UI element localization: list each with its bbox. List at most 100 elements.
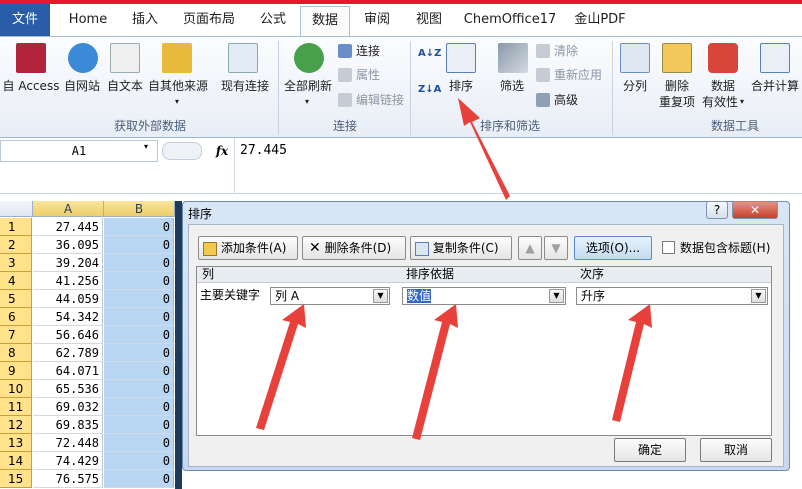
order-select[interactable]: 升序 ▼ — [576, 287, 768, 305]
cell-a[interactable]: 54.342 — [33, 308, 103, 326]
column-select[interactable]: 列 A ▼ — [270, 287, 390, 305]
chevron-down-icon[interactable]: ▼ — [373, 289, 388, 303]
from-text-button[interactable]: 自文本 — [104, 79, 146, 93]
from-access-button[interactable]: 自 Access — [2, 79, 60, 93]
cell-a[interactable]: 69.032 — [33, 398, 103, 416]
cell-b[interactable]: 0 — [104, 380, 174, 398]
cancel-button[interactable]: 取消 — [700, 438, 772, 462]
help-button[interactable]: ? — [706, 201, 728, 219]
cell-b[interactable]: 0 — [104, 290, 174, 308]
tab-file[interactable]: 文件 — [0, 4, 50, 36]
row-header[interactable]: 3 — [0, 254, 32, 272]
copy-level-button[interactable]: 复制条件(C) — [410, 236, 512, 260]
ok-button[interactable]: 确定 — [614, 438, 686, 462]
cell-a[interactable]: 39.204 — [33, 254, 103, 272]
insert-function-icon[interactable]: fx — [210, 140, 234, 162]
from-web-button[interactable]: 自网站 — [60, 79, 104, 93]
cell-b[interactable]: 0 — [104, 326, 174, 344]
tab-kingsoft-pdf[interactable]: 金山PDF — [570, 6, 630, 36]
row-header[interactable]: 14 — [0, 452, 32, 470]
tab-view[interactable]: 视图 — [408, 6, 450, 36]
row-header[interactable]: 15 — [0, 470, 32, 488]
column-header-b[interactable]: B — [104, 201, 175, 217]
existing-connections-button[interactable]: 现有连接 — [216, 79, 274, 93]
row-header[interactable]: 6 — [0, 308, 32, 326]
cell-a[interactable]: 69.835 — [33, 416, 103, 434]
options-button[interactable]: 选项(O)... — [574, 236, 652, 260]
cell-b[interactable]: 0 — [104, 434, 174, 452]
from-other-sources-button[interactable]: 自其他来源 — [146, 79, 210, 93]
properties-button[interactable]: 属性 — [356, 68, 380, 82]
row-header[interactable]: 2 — [0, 236, 32, 254]
row-header[interactable]: 1 — [0, 218, 32, 236]
filter-button[interactable]: 筛选 — [494, 79, 530, 93]
cell-a[interactable]: 27.445 — [33, 218, 103, 236]
cell-a[interactable]: 56.646 — [33, 326, 103, 344]
row-header[interactable]: 4 — [0, 272, 32, 290]
reapply-button[interactable]: 重新应用 — [554, 68, 602, 82]
has-headers-checkbox[interactable] — [662, 241, 675, 254]
tab-review[interactable]: 审阅 — [356, 6, 398, 36]
move-up-button[interactable]: ▲ — [518, 236, 542, 260]
advanced-button[interactable]: 高级 — [554, 93, 578, 107]
row-header[interactable]: 13 — [0, 434, 32, 452]
refresh-all-button[interactable]: 全部刷新 — [282, 79, 334, 93]
tab-insert[interactable]: 插入 — [122, 6, 168, 36]
chevron-down-icon[interactable]: ▼ — [751, 289, 766, 303]
cell-b[interactable]: 0 — [104, 416, 174, 434]
delete-level-button[interactable]: ✕ 删除条件(D) — [302, 236, 406, 260]
cell-a[interactable]: 41.256 — [33, 272, 103, 290]
cell-b[interactable]: 0 — [104, 308, 174, 326]
cell-a[interactable]: 36.095 — [33, 236, 103, 254]
name-box[interactable]: A1 — [0, 140, 158, 162]
cell-a[interactable]: 74.429 — [33, 452, 103, 470]
select-all-corner[interactable] — [0, 201, 33, 217]
cell-b[interactable]: 0 — [104, 452, 174, 470]
tab-data[interactable]: 数据 — [300, 6, 350, 37]
cell-b[interactable]: 0 — [104, 272, 174, 290]
connections-button[interactable]: 连接 — [356, 44, 380, 58]
cell-a[interactable]: 64.071 — [33, 362, 103, 380]
consolidate-button[interactable]: 合并计算 — [748, 79, 802, 93]
close-button[interactable]: ✕ — [732, 201, 778, 219]
sort-descending-icon[interactable]: Z↓A — [418, 83, 441, 97]
sort-ascending-icon[interactable]: A↓Z — [418, 47, 441, 61]
row-header[interactable]: 5 — [0, 290, 32, 308]
cell-b[interactable]: 0 — [104, 470, 174, 488]
row-header[interactable]: 9 — [0, 362, 32, 380]
row-header[interactable]: 8 — [0, 344, 32, 362]
cell-b[interactable]: 0 — [104, 344, 174, 362]
clear-button[interactable]: 清除 — [554, 44, 578, 58]
tab-chemoffice[interactable]: ChemOffice17 — [462, 6, 558, 36]
cell-a[interactable]: 72.448 — [33, 434, 103, 452]
row-header[interactable]: 12 — [0, 416, 32, 434]
row-header[interactable]: 11 — [0, 398, 32, 416]
row-header[interactable]: 10 — [0, 380, 32, 398]
cell-a[interactable]: 76.575 — [33, 470, 103, 488]
cell-b[interactable]: 0 — [104, 218, 174, 236]
chevron-down-icon[interactable]: ▼ — [549, 289, 564, 303]
cell-b[interactable]: 0 — [104, 398, 174, 416]
sort-on-select[interactable]: 数值 ▼ — [402, 287, 566, 305]
edit-links-button[interactable]: 编辑链接 — [356, 93, 404, 107]
tab-home[interactable]: Home — [60, 6, 116, 36]
text-to-columns-button[interactable]: 分列 — [618, 79, 652, 93]
move-down-button[interactable]: ▼ — [544, 236, 568, 260]
formula-bar-divider-handle[interactable] — [162, 142, 202, 160]
chevron-down-icon[interactable]: ▾ — [144, 142, 148, 151]
cell-b[interactable]: 0 — [104, 236, 174, 254]
column-header-a[interactable]: A — [33, 201, 104, 217]
tab-formulas[interactable]: 公式 — [250, 6, 296, 36]
cell-a[interactable]: 65.536 — [33, 380, 103, 398]
add-level-button[interactable]: 添加条件(A) — [198, 236, 298, 260]
formula-input[interactable]: 27.445 — [240, 140, 287, 162]
cell-b[interactable]: 0 — [104, 362, 174, 380]
data-validation-button[interactable]: 数据 — [708, 79, 738, 93]
remove-duplicates-button[interactable]: 删除 — [662, 79, 692, 93]
cell-a[interactable]: 44.059 — [33, 290, 103, 308]
cell-a[interactable]: 62.789 — [33, 344, 103, 362]
cell-b[interactable]: 0 — [104, 254, 174, 272]
tab-page-layout[interactable]: 页面布局 — [176, 6, 242, 36]
row-header[interactable]: 7 — [0, 326, 32, 344]
sort-button[interactable]: 排序 — [446, 79, 476, 93]
